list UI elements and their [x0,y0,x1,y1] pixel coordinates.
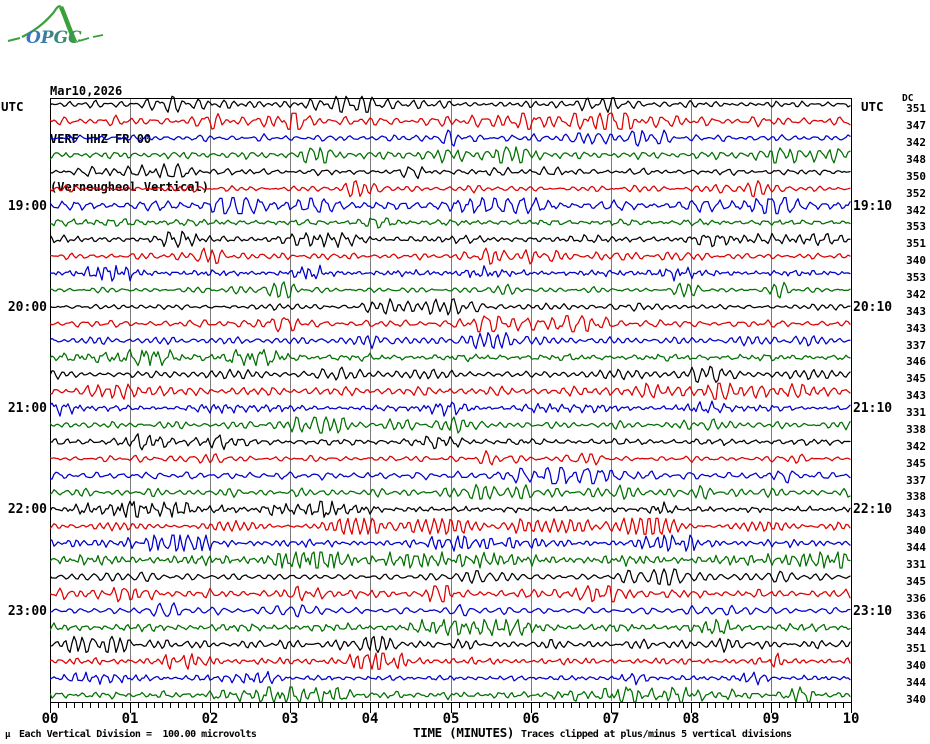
trace-row-5 [50,163,851,180]
dc-value: 336 [906,592,926,605]
trace-row-7 [50,196,851,215]
dc-value: 342 [906,204,926,217]
trace-row-15 [50,331,851,350]
trace-row-27 [50,534,851,552]
dc-value: 343 [906,507,926,520]
dc-value: 342 [906,288,926,301]
trace-row-14 [50,315,851,333]
hour-label-right: 19:10 [853,199,893,214]
trace-row-31 [50,602,851,618]
hour-label-left: 21:00 [7,401,47,416]
trace-row-32 [50,618,851,637]
dc-value: 353 [906,271,926,284]
trace-row-11 [50,264,851,282]
dc-value: 351 [906,237,926,250]
trace-row-20 [50,416,851,434]
dc-value: 346 [906,355,926,368]
dc-value: 340 [906,524,926,537]
x-tick-label: 02 [201,711,219,727]
dc-value: 331 [906,558,926,571]
dc-value: 344 [906,676,926,689]
x-tick-label: 06 [522,711,540,727]
trace-row-16 [50,348,851,367]
trace-row-23 [50,466,851,485]
dc-value: 352 [906,187,926,200]
dc-value: 342 [906,440,926,453]
x-tick-label: 03 [281,711,299,727]
dc-value: 343 [906,389,926,402]
mu-glyph: μ [5,730,11,740]
dc-value: 337 [906,339,926,352]
trace-row-6 [50,180,851,198]
dc-value: 343 [906,322,926,335]
dc-value: 350 [906,170,926,183]
trace-row-10 [50,247,851,265]
dc-value: 345 [906,372,926,385]
trace-row-24 [50,483,851,500]
dc-value: 344 [906,625,926,638]
dc-value: 353 [906,220,926,233]
x-tick-label: 04 [361,711,379,727]
dc-value: 331 [906,406,926,419]
dc-value: 338 [906,423,926,436]
dc-value: 343 [906,305,926,318]
trace-row-19 [50,400,851,417]
trace-row-2 [50,112,851,130]
x-tick-label: 08 [682,711,700,727]
trace-row-17 [50,365,851,383]
dc-value: 345 [906,575,926,588]
trace-row-22 [50,450,851,466]
hour-label-left: 19:00 [7,199,47,214]
trace-row-18 [50,382,851,400]
trace-row-30 [50,585,851,603]
dc-value: 345 [906,457,926,470]
trace-row-12 [50,281,851,299]
hour-label-right: 21:10 [853,401,893,416]
hour-label-right: 22:10 [853,502,893,517]
trace-row-8 [50,217,851,229]
dc-value: 344 [906,541,926,554]
dc-value: 336 [906,609,926,622]
trace-row-13 [50,298,851,316]
clip-note: Traces clipped at plus/minus 5 vertical … [521,729,792,740]
hour-label-right: 23:10 [853,604,893,619]
trace-row-26 [50,517,851,535]
trace-row-4 [50,146,851,164]
x-tick-label: 07 [602,711,620,727]
trace-row-25 [50,500,851,518]
dc-value: 340 [906,659,926,672]
trace-row-33 [50,635,851,654]
dc-value: 351 [906,102,926,115]
hour-label-left: 22:00 [7,502,47,517]
dc-value: 342 [906,136,926,149]
dc-value: 337 [906,474,926,487]
trace-row-34 [50,652,851,670]
x-axis-label: TIME (MINUTES) [413,725,515,740]
x-tick-label: 09 [762,711,780,727]
trace-group [50,95,851,702]
trace-row-21 [50,433,851,451]
dc-value: 351 [906,642,926,655]
helicorder-page: OPGC Mar10,2026 VERF HHZ FR 00 (Verneugh… [0,0,930,744]
dc-value: 347 [906,119,926,132]
x-tick-label: 10 [842,711,860,727]
hour-label-left: 20:00 [7,300,47,315]
trace-row-29 [50,568,851,586]
hour-label-left: 23:00 [7,604,47,619]
seismogram-plot [50,95,852,713]
x-tick-label: 00 [41,711,59,727]
trace-row-28 [50,551,851,569]
trace-row-35 [50,670,851,686]
x-tick-label: 01 [121,711,139,727]
trace-row-9 [50,230,851,248]
trace-row-36 [50,686,851,702]
dc-value: 340 [906,254,926,267]
dc-value: 340 [906,693,926,706]
dc-value: 348 [906,153,926,166]
trace-row-3 [50,129,851,147]
hour-label-right: 20:10 [853,300,893,315]
dc-value: 338 [906,490,926,503]
division-note: Each Vertical Division = 100.00 microvol… [19,729,257,740]
